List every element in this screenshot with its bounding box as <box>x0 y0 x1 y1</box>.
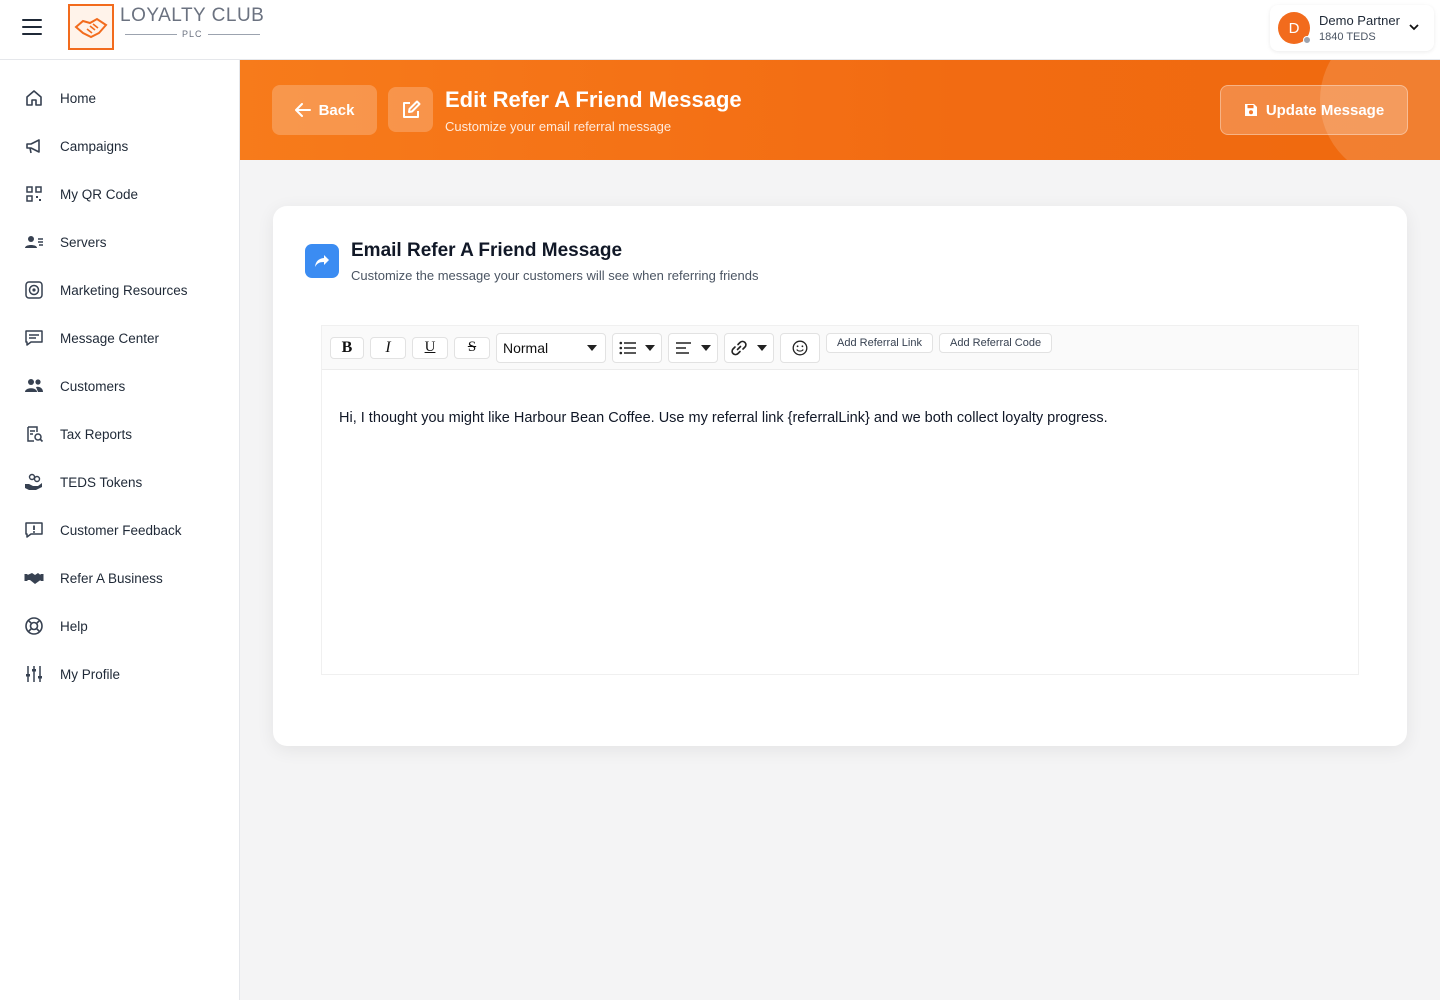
sidebar-item-label: Servers <box>60 234 107 250</box>
link-icon <box>731 340 747 355</box>
card-subtitle: Customize the message your customers wil… <box>351 268 759 283</box>
tokens-icon <box>24 472 44 492</box>
sidebar-item-customers[interactable]: Customers <box>0 362 239 410</box>
feedback-icon <box>24 520 44 540</box>
target-icon <box>24 280 44 300</box>
save-icon <box>1244 104 1257 116</box>
back-button[interactable]: Back <box>272 85 377 135</box>
megaphone-icon <box>24 136 44 156</box>
account-menu[interactable]: D Demo Partner 1840 TEDS <box>1270 5 1434 51</box>
back-label: Back <box>318 101 355 119</box>
menu-icon[interactable] <box>22 19 42 35</box>
bold-button[interactable]: B <box>330 336 364 359</box>
sidebar-item-tax-reports[interactable]: Tax Reports <box>0 410 239 458</box>
update-label: Update Message <box>1265 101 1385 119</box>
sidebar-item-campaigns[interactable]: Campaigns <box>0 122 239 170</box>
tax-report-icon <box>24 424 44 444</box>
sidebar: Home Campaigns My QR Code Servers Market… <box>0 60 240 1000</box>
add-referral-link-button[interactable]: Add Referral Link <box>826 332 933 353</box>
logo-title: LOYALTY CLUB <box>120 5 265 26</box>
italic-button[interactable]: I <box>370 336 406 359</box>
align-left-icon <box>676 341 691 354</box>
align-dropdown[interactable] <box>668 332 718 363</box>
list-icon <box>619 341 636 354</box>
sidebar-item-teds-tokens[interactable]: TEDS Tokens <box>0 458 239 506</box>
page-title: Edit Refer A Friend Message <box>445 87 742 112</box>
status-dot <box>1303 36 1311 44</box>
strikethrough-button[interactable]: S <box>454 336 490 359</box>
sidebar-item-my-qr-code[interactable]: My QR Code <box>0 170 239 218</box>
sidebar-item-my-profile[interactable]: My Profile <box>0 650 239 698</box>
sidebar-item-label: Tax Reports <box>60 426 133 442</box>
list-dropdown[interactable] <box>612 332 662 363</box>
sidebar-item-refer-a-business[interactable]: Refer A Business <box>0 554 239 602</box>
sidebar-item-label: My Profile <box>60 666 121 682</box>
chevron-down-icon <box>1409 24 1419 31</box>
editor-toolbar: B I U S Normal Add Referral Link Add Ref… <box>322 326 1358 370</box>
sidebar-item-label: Refer A Business <box>60 570 163 586</box>
logo-mark <box>68 4 114 50</box>
format-select[interactable]: Normal <box>496 332 606 363</box>
format-value: Normal <box>503 339 549 356</box>
sidebar-item-help[interactable]: Help <box>0 602 239 650</box>
logo-subtitle: PLC <box>182 29 203 39</box>
underline-button[interactable]: U <box>412 336 448 359</box>
sidebar-item-label: Marketing Resources <box>60 282 188 298</box>
sidebar-item-label: Help <box>60 618 88 634</box>
link-dropdown[interactable] <box>724 332 774 363</box>
emoji-button[interactable] <box>780 332 820 363</box>
caret-down-icon <box>757 344 767 351</box>
top-bar: LOYALTY CLUB PLC D Demo Partner 1840 TED… <box>0 0 1440 60</box>
sidebar-item-home[interactable]: Home <box>0 74 239 122</box>
emoji-icon <box>792 340 808 355</box>
logo[interactable]: LOYALTY CLUB PLC <box>68 4 265 50</box>
users-list-icon <box>24 232 44 252</box>
account-teds: 1840 TEDS <box>1319 31 1376 43</box>
qr-code-icon <box>24 184 44 204</box>
sidebar-item-marketing-resources[interactable]: Marketing Resources <box>0 266 239 314</box>
sidebar-item-message-center[interactable]: Message Center <box>0 314 239 362</box>
handshake-icon <box>24 568 44 588</box>
customers-icon <box>24 376 44 396</box>
update-message-button[interactable]: Update Message <box>1220 85 1408 135</box>
caret-down-icon <box>645 344 655 351</box>
lifebuoy-icon <box>24 616 44 636</box>
add-referral-code-button[interactable]: Add Referral Code <box>939 332 1053 353</box>
share-icon <box>305 244 339 278</box>
message-icon <box>24 328 44 348</box>
caret-down-icon <box>701 344 711 351</box>
card-title: Email Refer A Friend Message <box>351 240 623 261</box>
sidebar-item-servers[interactable]: Servers <box>0 218 239 266</box>
page-header: Back Edit Refer A Friend Message Customi… <box>240 60 1440 160</box>
sidebar-item-label: My QR Code <box>60 186 139 202</box>
arrow-left-icon <box>294 103 311 117</box>
home-icon <box>24 88 44 108</box>
sidebar-item-label: TEDS Tokens <box>60 474 143 490</box>
edit-icon <box>388 87 433 132</box>
sidebar-item-label: Message Center <box>60 330 160 346</box>
sidebar-item-label: Home <box>60 90 97 106</box>
sidebar-item-label: Customers <box>60 378 126 394</box>
sidebar-item-label: Campaigns <box>60 138 129 154</box>
caret-down-icon <box>587 344 597 351</box>
sliders-icon <box>24 664 44 684</box>
message-card: Email Refer A Friend Message Customize t… <box>273 206 1407 746</box>
sidebar-item-customer-feedback[interactable]: Customer Feedback <box>0 506 239 554</box>
avatar: D <box>1278 12 1311 44</box>
sidebar-item-label: Customer Feedback <box>60 522 182 538</box>
page-subtitle: Customize your email referral message <box>445 119 672 134</box>
account-name: Demo Partner <box>1319 13 1400 28</box>
rich-text-editor: B I U S Normal Add Referral Link Add Ref… <box>321 325 1359 675</box>
editor-content[interactable]: Hi, I thought you might like Harbour Bea… <box>322 370 1358 466</box>
